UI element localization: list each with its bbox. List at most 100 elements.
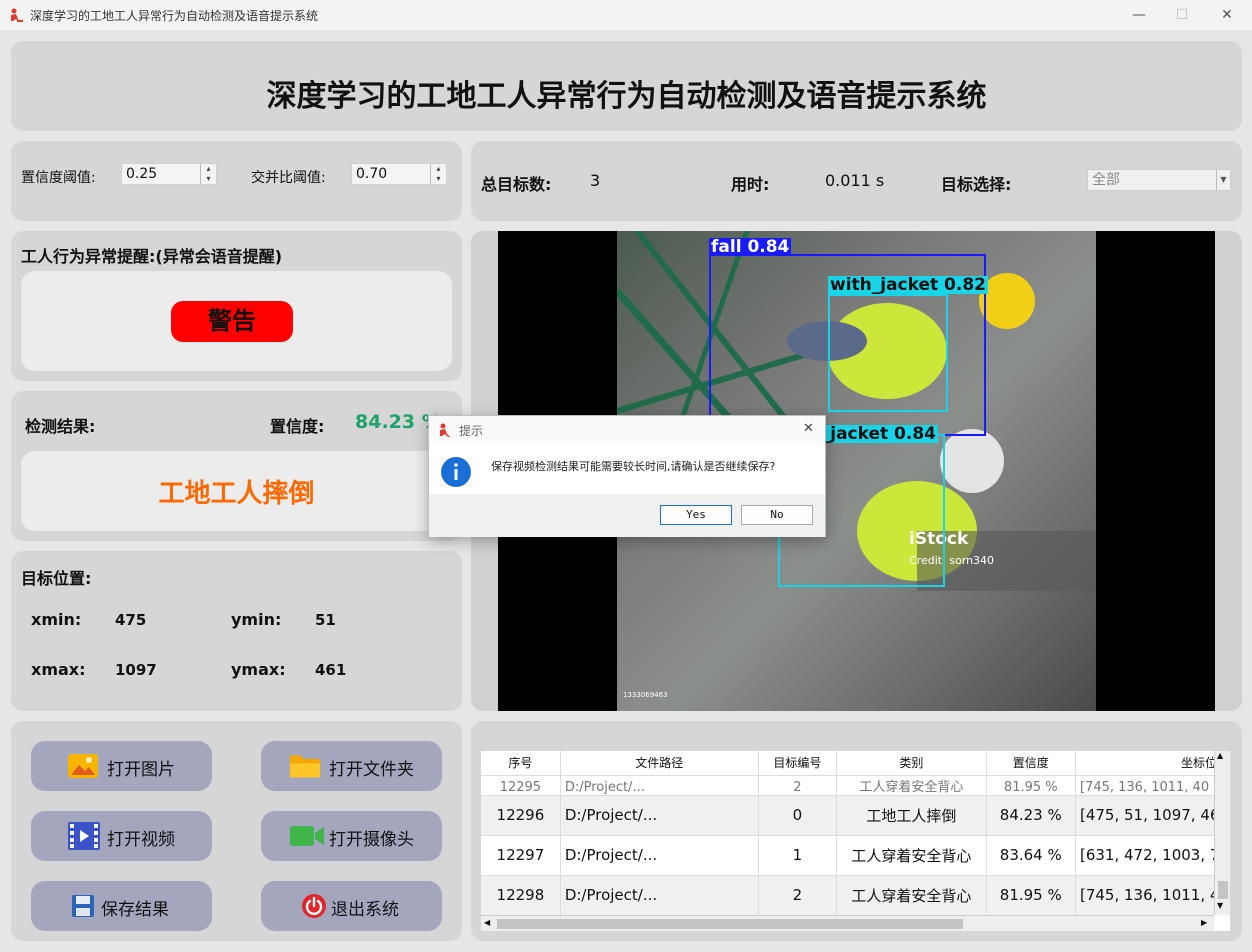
- no-button[interactable]: No: [741, 505, 813, 525]
- col-header-target-id[interactable]: 目标编号: [758, 751, 838, 775]
- result-panel: 检测结果: 置信度: 84.23 % 工地工人摔倒: [11, 391, 462, 541]
- confidence-label: 置信度:: [270, 417, 325, 436]
- info-icon: [441, 457, 471, 487]
- time-label: 用时:: [731, 175, 770, 194]
- time-value: 0.011 s: [825, 171, 885, 190]
- position-panel: 目标位置: xmin: 475 ymin: 51 xmax: 1097 ymax…: [11, 551, 462, 711]
- table-cell: 12298: [481, 874, 561, 915]
- col-header-path[interactable]: 文件路径: [560, 751, 759, 775]
- table-cell: [745, 136, 1011, 40: [1075, 874, 1230, 915]
- ymin-label: ymin:: [231, 610, 282, 629]
- col-header-index[interactable]: 序号: [481, 751, 561, 775]
- maximize-button[interactable]: ☐: [1167, 4, 1197, 26]
- dialog-title: 提示: [459, 424, 484, 438]
- result-label: 检测结果:: [25, 417, 96, 436]
- alert-panel: 工人行为异常提醒:(异常会语音提醒) 警告: [11, 231, 462, 381]
- watermark-id: 1333069463: [623, 691, 668, 699]
- camera-icon: [290, 826, 324, 846]
- window-titlebar: 深度学习的工地工人异常行为自动检测及语音提示系统 — ☐ ✕: [0, 0, 1252, 30]
- alert-box: 警告: [21, 271, 452, 371]
- app-icon: [11, 8, 23, 22]
- table-cell: 0: [758, 794, 838, 835]
- open-image-button[interactable]: 打开图片: [31, 741, 212, 791]
- exit-button[interactable]: 退出系统: [261, 881, 442, 931]
- yes-button[interactable]: Yes: [660, 505, 732, 525]
- xmax-label: xmax:: [31, 660, 86, 679]
- detection-box-jacket: [828, 294, 948, 412]
- iou-threshold-label: 交并比阈值:: [251, 170, 326, 186]
- position-label: 目标位置:: [21, 569, 92, 588]
- table-cell: 2: [758, 774, 838, 795]
- page-title: 深度学习的工地工人异常行为自动检测及语音提示系统: [266, 79, 987, 114]
- spin-arrows-icon[interactable]: ▴ ▾: [200, 164, 216, 184]
- warning-indicator: 警告: [171, 301, 293, 342]
- buttons-panel: 打开图片 打开文件夹 打开视频 打开摄像头 保存结果 退出系统: [11, 721, 462, 941]
- app-icon: [440, 423, 450, 437]
- table-cell: 工人穿着安全背心: [836, 774, 987, 795]
- horizontal-scrollbar[interactable]: ◀ ▶: [481, 915, 1214, 931]
- xmin-label: xmin:: [31, 610, 82, 629]
- table-cell: D:/Project/...: [560, 874, 759, 915]
- table-cell: 工地工人摔倒: [836, 794, 987, 835]
- table-cell: 2: [758, 874, 838, 915]
- table-cell: 81.95 %: [986, 774, 1076, 795]
- table-cell: 84.23 %: [986, 794, 1076, 835]
- iou-threshold-spinbox[interactable]: 0.70 ▴ ▾: [351, 163, 447, 185]
- conf-threshold-spinbox[interactable]: 0.25 ▴ ▾: [121, 163, 217, 185]
- save-button[interactable]: 保存结果: [31, 881, 212, 931]
- iou-threshold-value: 0.70: [356, 166, 388, 182]
- table-cell: 工人穿着安全背心: [836, 874, 987, 915]
- table-cell: 12296: [481, 794, 561, 835]
- open-image-label: 打开图片: [107, 760, 175, 780]
- spin-arrows-icon[interactable]: ▴ ▾: [430, 164, 446, 184]
- close-window-button[interactable]: ✕: [1212, 4, 1242, 26]
- alert-label: 工人行为异常提醒:(异常会语音提醒): [21, 247, 283, 266]
- params-panel: 置信度阈值: 0.25 ▴ ▾ 交并比阈值: 0.70 ▴ ▾: [11, 141, 462, 221]
- open-video-button[interactable]: 打开视频: [31, 811, 212, 861]
- vertical-scrollbar[interactable]: ▲ ▼: [1214, 751, 1230, 915]
- open-camera-button[interactable]: 打开摄像头: [261, 811, 442, 861]
- table-row[interactable]: 12297 D:/Project/... 1 工人穿着安全背心 83.64 % …: [481, 834, 1230, 875]
- col-header-coordinates[interactable]: 坐标位置: [1075, 751, 1230, 775]
- table-cell: 1: [758, 834, 838, 875]
- target-select-label: 目标选择:: [941, 175, 1012, 194]
- table-cell: 83.64 %: [986, 834, 1076, 875]
- conf-threshold-label: 置信度阈值:: [21, 170, 96, 186]
- target-select-combobox[interactable]: 全部 ▼: [1087, 169, 1231, 191]
- table-cell: 12297: [481, 834, 561, 875]
- table-cell: [745, 136, 1011, 40: [1075, 774, 1230, 795]
- xmin-value: 475: [115, 611, 147, 629]
- detection-label-fall: fall 0.84: [709, 237, 792, 257]
- open-video-label: 打开视频: [107, 830, 175, 850]
- result-box: 工地工人摔倒: [21, 451, 452, 531]
- chevron-down-icon[interactable]: ▼: [1216, 170, 1230, 190]
- target-select-value: 全部: [1092, 172, 1120, 188]
- header-panel: 深度学习的工地工人异常行为自动检测及语音提示系统: [11, 41, 1242, 131]
- ymax-label: ymax:: [231, 660, 286, 679]
- table-row[interactable]: 12296 D:/Project/... 0 工地工人摔倒 84.23 % [4…: [481, 794, 1230, 835]
- minimize-button[interactable]: —: [1124, 4, 1154, 26]
- open-folder-button[interactable]: 打开文件夹: [261, 741, 442, 791]
- scroll-right-icon[interactable]: ▶: [1201, 918, 1207, 927]
- result-class-text: 工地工人摔倒: [158, 479, 315, 509]
- col-header-class[interactable]: 类别: [836, 751, 987, 775]
- col-header-confidence[interactable]: 置信度: [986, 751, 1076, 775]
- table-row[interactable]: 12298 D:/Project/... 2 工人穿着安全背心 81.95 % …: [481, 874, 1230, 915]
- scroll-thumb-h[interactable]: [497, 919, 963, 929]
- window-title: 深度学习的工地工人异常行为自动检测及语音提示系统: [30, 9, 319, 23]
- conf-threshold-value: 0.25: [126, 166, 158, 182]
- save-icon: [72, 895, 94, 917]
- total-targets-label: 总目标数:: [481, 175, 552, 194]
- total-targets-value: 3: [590, 171, 601, 190]
- folder-icon: [289, 755, 321, 778]
- table-cell: 81.95 %: [986, 874, 1076, 915]
- scroll-thumb-v[interactable]: [1218, 881, 1228, 899]
- scroll-left-icon[interactable]: ◀: [484, 918, 490, 927]
- dialog-close-icon[interactable]: ✕: [803, 421, 814, 436]
- table-cell: D:/Project/...: [560, 774, 759, 795]
- results-table[interactable]: 序号 文件路径 目标编号 类别 置信度 坐标位置 12295 D:/Projec…: [481, 751, 1230, 931]
- scroll-up-icon[interactable]: ▲: [1217, 751, 1223, 760]
- image-icon: [68, 754, 98, 778]
- scroll-down-icon[interactable]: ▼: [1217, 901, 1223, 910]
- confirm-dialog: 提示 ✕ 保存视频检测结果可能需要较长时间,请确认是否继续保存? Yes No: [428, 415, 826, 537]
